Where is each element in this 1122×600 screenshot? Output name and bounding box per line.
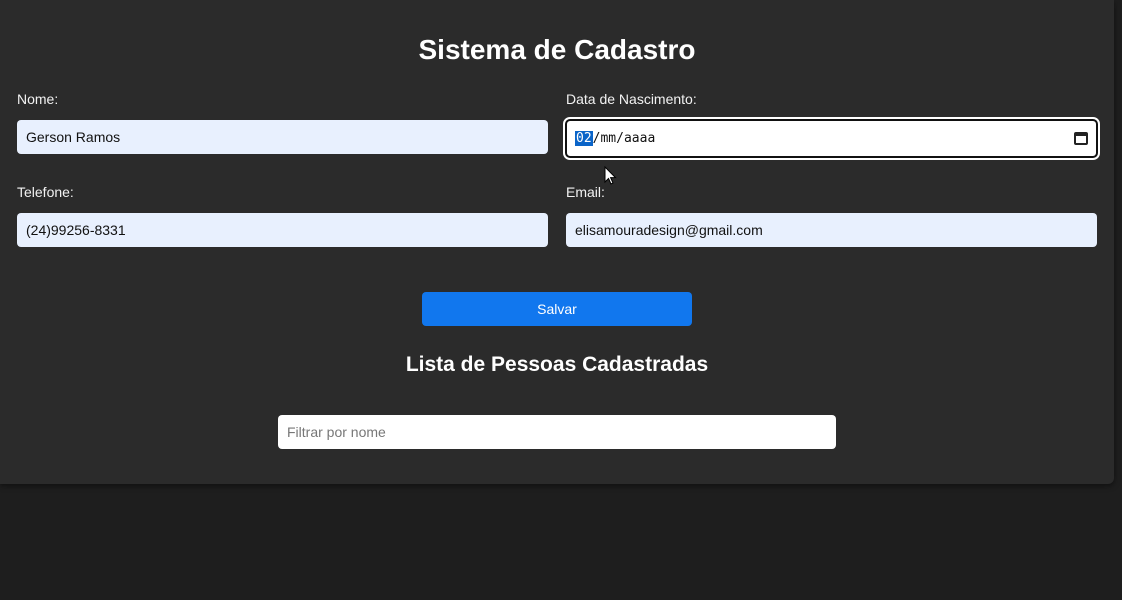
list-title: Lista de Pessoas Cadastradas bbox=[405, 353, 709, 376]
date-separator: / bbox=[592, 131, 601, 146]
date-separator: / bbox=[616, 131, 624, 146]
nome-input[interactable]: Gerson Ramos bbox=[17, 120, 548, 154]
calendar-icon[interactable] bbox=[1074, 132, 1088, 145]
email-label: Email: bbox=[566, 184, 605, 200]
date-month-segment[interactable]: mm bbox=[600, 131, 616, 146]
email-input[interactable]: elisamouradesign@gmail.com bbox=[566, 213, 1097, 247]
save-button[interactable]: Salvar bbox=[422, 292, 692, 326]
nascimento-date-input[interactable]: 02 / mm / aaaa bbox=[563, 117, 1100, 160]
nascimento-label: Data de Nascimento: bbox=[566, 91, 697, 107]
nome-label: Nome: bbox=[17, 91, 59, 107]
date-day-segment[interactable]: 02 bbox=[575, 131, 593, 146]
date-year-segment[interactable]: aaaa bbox=[624, 131, 655, 146]
filter-input[interactable] bbox=[278, 415, 836, 449]
mouse-cursor-icon bbox=[604, 166, 617, 185]
telefone-input[interactable]: (24)99256-8331 bbox=[17, 213, 548, 247]
telefone-label: Telefone: bbox=[17, 184, 74, 200]
page-title: Sistema de Cadastro bbox=[418, 34, 696, 65]
form-panel: Sistema de Cadastro Nome: Gerson Ramos D… bbox=[0, 0, 1114, 484]
